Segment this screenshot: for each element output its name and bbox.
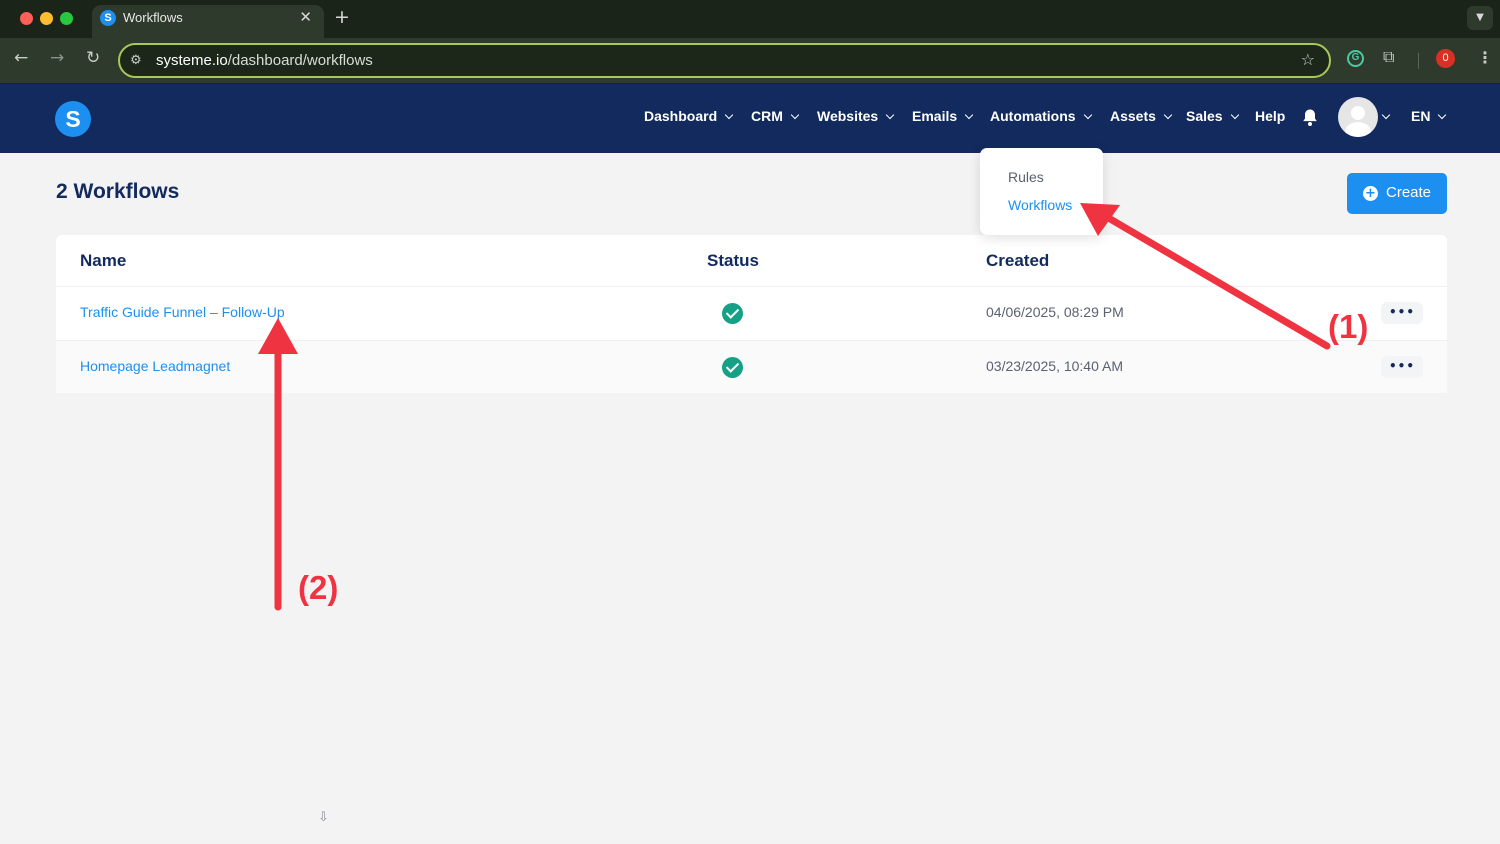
address-bar[interactable]: ⚙ systeme.io/dashboard/workflows ☆	[118, 43, 1331, 78]
annotation-label-1: (1)	[1328, 308, 1369, 345]
zoom-window-button[interactable]	[60, 12, 73, 25]
back-icon[interactable]: ←	[14, 48, 28, 68]
chevron-down-icon	[885, 110, 895, 120]
notification-bell-icon[interactable]	[1301, 108, 1319, 127]
table-row: Homepage Leadmagnet 03/23/2025, 10:40 AM…	[56, 340, 1447, 393]
created-date: 03/23/2025, 10:40 AM	[986, 358, 1123, 374]
nav-help[interactable]: Help	[1255, 108, 1285, 124]
tab-search-icon[interactable]: ▼	[1467, 6, 1493, 30]
bookmark-star-icon[interactable]: ☆	[1301, 50, 1315, 69]
avatar[interactable]	[1338, 97, 1378, 137]
grammarly-icon[interactable]: G	[1347, 50, 1364, 67]
page-title: 2 Workflows	[56, 180, 180, 203]
browser-tab-workflows[interactable]: S Workflows ✕	[92, 5, 324, 38]
row-actions-button[interactable]: •••	[1381, 356, 1423, 378]
status-check-icon	[722, 357, 743, 378]
chevron-down-icon	[724, 110, 734, 120]
close-window-button[interactable]	[20, 12, 33, 25]
extensions-icon[interactable]: ⧉	[1383, 47, 1394, 67]
url-text: systeme.io/dashboard/workflows	[156, 52, 373, 69]
chevron-down-icon	[1083, 110, 1092, 120]
workflows-table: Name Status Created Traffic Guide Funnel…	[56, 235, 1447, 393]
tab-title: Workflows	[123, 10, 183, 25]
created-date: 04/06/2025, 08:29 PM	[986, 304, 1124, 320]
new-tab-icon[interactable]: +	[334, 6, 350, 28]
app-header: S Dashboard CRM Websites Emails Automati…	[0, 84, 1500, 153]
column-header-status: Status	[707, 251, 759, 270]
chevron-down-icon	[1230, 110, 1239, 120]
extension-badge-icon[interactable]: 0	[1436, 49, 1455, 68]
reload-icon[interactable]: ↻	[86, 48, 100, 68]
nav-crm[interactable]: CRM	[751, 108, 800, 124]
workflow-name-link[interactable]: Traffic Guide Funnel – Follow-Up	[80, 304, 285, 320]
chevron-down-icon	[1381, 110, 1391, 120]
column-header-name: Name	[80, 251, 127, 270]
chevron-down-icon	[1163, 110, 1173, 120]
systeme-favicon-icon: S	[100, 10, 116, 26]
site-settings-icon[interactable]: ⚙	[130, 53, 142, 68]
dropdown-item-rules[interactable]: Rules	[1008, 169, 1044, 185]
automations-dropdown-menu: Rules Workflows	[980, 148, 1103, 235]
nav-sales[interactable]: Sales	[1186, 108, 1239, 124]
nav-websites[interactable]: Websites	[817, 108, 895, 124]
menu-kebab-icon[interactable]: ⋮	[1477, 48, 1493, 67]
browser-toolbar: ← → ↻ ⚙ systeme.io/dashboard/workflows ☆…	[0, 38, 1500, 84]
nav-assets[interactable]: Assets	[1110, 108, 1173, 124]
chevron-down-icon	[964, 110, 974, 120]
language-selector[interactable]: EN	[1411, 108, 1447, 124]
toolbar-divider	[1418, 53, 1419, 69]
table-row: Traffic Guide Funnel – Follow-Up 04/06/2…	[56, 286, 1447, 339]
scroll-down-icon[interactable]: ⇩	[318, 810, 329, 825]
column-header-created: Created	[986, 251, 1050, 270]
workflow-name-link[interactable]: Homepage Leadmagnet	[80, 358, 230, 374]
plus-circle-icon: +	[1363, 186, 1378, 201]
systeme-logo[interactable]: S	[55, 101, 91, 137]
chevron-down-icon	[1438, 110, 1447, 120]
nav-dashboard[interactable]: Dashboard	[644, 108, 734, 124]
forward-icon[interactable]: →	[50, 48, 64, 68]
status-check-icon	[722, 303, 743, 324]
minimize-window-button[interactable]	[40, 12, 53, 25]
nav-automations[interactable]: Automations	[990, 108, 1092, 124]
annotation-label-2: (2)	[298, 569, 339, 606]
close-tab-icon[interactable]: ✕	[299, 8, 312, 26]
nav-emails[interactable]: Emails	[912, 108, 974, 124]
dropdown-item-workflows[interactable]: Workflows	[1008, 197, 1072, 213]
browser-tab-bar: S Workflows ✕ + ▼	[0, 0, 1500, 38]
chevron-down-icon	[790, 110, 800, 120]
row-actions-button[interactable]: •••	[1381, 302, 1423, 324]
avatar-menu-toggle[interactable]	[1381, 108, 1391, 124]
create-button[interactable]: + Create	[1347, 173, 1447, 214]
